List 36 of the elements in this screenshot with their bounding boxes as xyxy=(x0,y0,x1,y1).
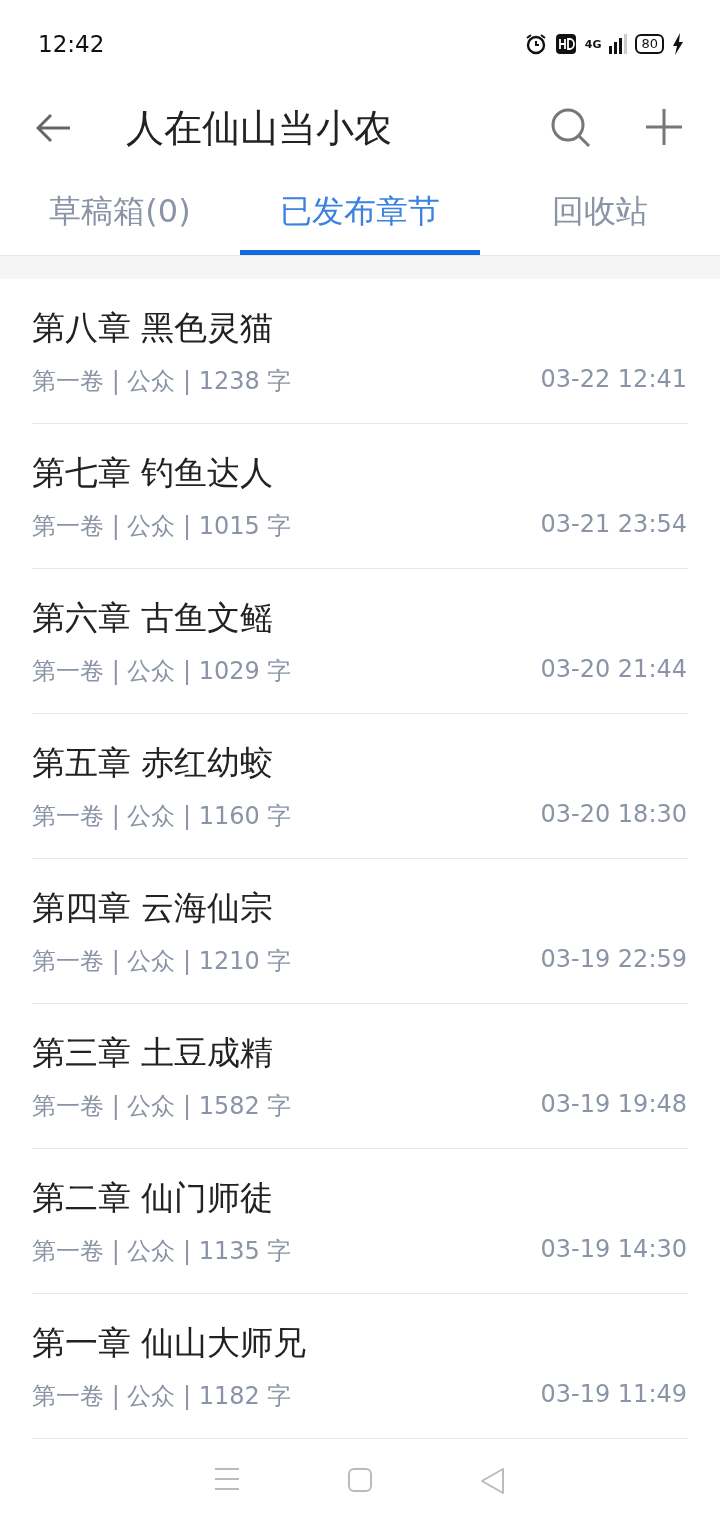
chapter-title[interactable]: 第二章 仙门师徒 xyxy=(32,1175,688,1221)
chapter-info: 第一卷 | 公众 | 1160 字 xyxy=(32,800,292,832)
hd-icon xyxy=(554,33,577,55)
publish-time: 03-20 21:44 xyxy=(540,654,687,685)
chapter-title[interactable]: 第七章 钓鱼达人 xyxy=(32,450,688,496)
tab[interactable]: 已发布章节 xyxy=(240,168,480,255)
chapter-title[interactable]: 第八章 黑色灵猫 xyxy=(32,305,688,351)
battery-level: 80 xyxy=(635,34,664,54)
publish-time: 03-19 11:49 xyxy=(540,1379,687,1410)
chapter-title[interactable]: 第一章 仙山大师兄 xyxy=(32,1320,688,1366)
back-arrow-icon[interactable] xyxy=(36,113,72,143)
publish-time: 03-19 19:48 xyxy=(540,1089,687,1120)
chapter-info: 第一卷 | 公众 | 1182 字 xyxy=(32,1380,292,1412)
signal-icon xyxy=(609,34,628,54)
publish-time: 03-22 12:41 xyxy=(540,364,687,395)
publish-time: 03-21 23:54 xyxy=(540,509,687,540)
chapter-info: 第一卷 | 公众 | 1135 字 xyxy=(32,1235,292,1267)
charging-icon xyxy=(672,33,684,55)
add-icon[interactable] xyxy=(644,107,684,147)
search-icon[interactable] xyxy=(550,107,592,149)
publish-time: 03-19 22:59 xyxy=(540,944,687,975)
chapter-info: 第一卷 | 公众 | 1238 字 xyxy=(32,365,292,397)
chapter-title[interactable]: 第三章 土豆成精 xyxy=(32,1030,688,1076)
chapter-info: 第一卷 | 公众 | 1582 字 xyxy=(32,1090,292,1122)
alarm-icon xyxy=(524,33,547,55)
chapter-info: 第一卷 | 公众 | 1210 字 xyxy=(32,945,292,977)
status-time: 12:42 xyxy=(38,31,105,57)
publish-time: 03-20 18:30 xyxy=(540,799,687,830)
network-type: 4G xyxy=(584,37,602,51)
publish-time: 03-19 14:30 xyxy=(540,1234,687,1265)
chapter-title[interactable]: 第六章 古鱼文鳐 xyxy=(32,595,688,641)
page-title: 人在仙山当小农 xyxy=(126,104,393,152)
chapter-info: 第一卷 | 公众 | 1029 字 xyxy=(32,655,292,687)
chapter-title[interactable]: 第五章 赤红幼蛟 xyxy=(32,740,688,786)
chapter-title[interactable]: 第四章 云海仙宗 xyxy=(32,885,688,931)
chapter-info: 第一卷 | 公众 | 1015 字 xyxy=(32,510,292,542)
